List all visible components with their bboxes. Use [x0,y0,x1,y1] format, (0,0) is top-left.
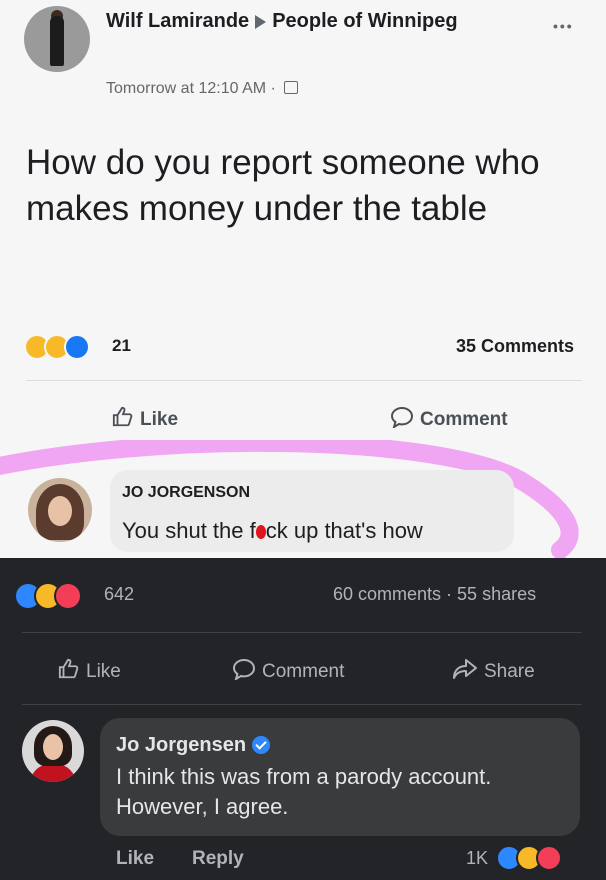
comment-text: I think this was from a parody account. … [116,764,492,819]
love-icon [54,582,82,610]
commenter-avatar[interactable] [22,720,84,782]
like-label: Like [140,409,179,430]
author-avatar[interactable] [24,6,90,72]
comment-label: Comment [262,661,345,682]
comment-reply-link[interactable]: Reply [192,848,244,870]
reaction-count[interactable]: 642 [104,584,134,605]
comment-button[interactable]: Comment [232,658,344,683]
original-post: Wilf Lamirande People of Winnipeg ••• Tom… [0,0,606,558]
verified-badge-icon [252,736,271,754]
share-arrow-icon [453,659,477,679]
divider [26,380,582,381]
comment-bubble: JO JORGENSON You shut the f ck up that's … [110,470,514,552]
comments-shares-count[interactable]: 60 comments · 55 shares [333,584,536,605]
comment-like-link[interactable]: Like [116,848,154,870]
commenter-name[interactable]: JO JORGENSON [122,484,250,502]
commenter-avatar[interactable] [28,478,92,542]
author-name[interactable]: Wilf Lamirande [106,10,249,32]
post-header: Wilf Lamirande People of Winnipeg [106,8,506,34]
like-button[interactable]: Like [58,658,121,683]
timestamp-text[interactable]: Tomorrow at 12:10 AM [106,80,266,97]
group-name[interactable]: People of Winnipeg [272,10,457,32]
commenter-name[interactable]: Jo Jorgensen [116,734,246,756]
arrow-icon [255,14,267,29]
comment-button[interactable]: Comment [390,406,508,431]
comment-bubble: Jo Jorgensen I think this was from a par… [100,718,580,836]
like-icon [64,334,90,360]
like-button[interactable]: Like [112,406,178,431]
divider [22,632,582,633]
more-icon[interactable]: ••• [553,18,574,34]
share-button[interactable]: Share [452,658,535,683]
comment-text: You shut the f ck up that's how [122,518,423,543]
commenter-name-row: Jo Jorgensen [116,734,271,757]
reaction-count[interactable]: 21 [112,336,131,356]
comment-reaction-count[interactable]: 1K [466,848,488,869]
like-thumb-icon [58,658,79,679]
share-label: Share [484,661,535,682]
censor-blot [255,525,266,539]
separator: · [270,80,276,97]
like-label: Like [86,661,121,682]
post-timestamp: Tomorrow at 12:10 AM · [106,80,299,98]
comment-label: Comment [420,409,508,430]
comments-count[interactable]: 35 Comments [456,336,574,357]
comment-bubble-icon [232,658,256,680]
globe-icon [284,81,299,94]
post-text: How do you report someone who makes mone… [26,143,540,228]
love-icon [536,845,562,871]
divider [22,704,582,705]
like-thumb-icon [112,406,133,427]
comment-bubble-icon [390,406,414,428]
